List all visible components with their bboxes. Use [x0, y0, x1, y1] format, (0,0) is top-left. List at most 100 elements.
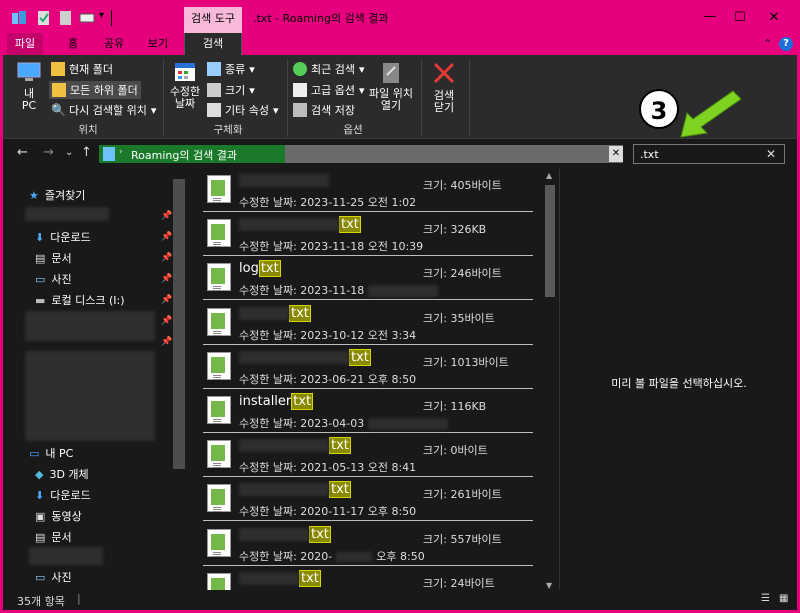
text-file-icon: [207, 484, 231, 513]
clear-address-icon[interactable]: ✕: [609, 146, 623, 162]
result-date: 수정한 날짜: 2023-11-25 오전 1:02: [239, 194, 416, 210]
close-window-button[interactable]: ✕: [751, 3, 797, 33]
search-input[interactable]: .txt ✕: [633, 144, 785, 164]
pin-icon[interactable]: 📌: [161, 232, 172, 242]
search-match-highlight: txt: [329, 481, 351, 499]
nav-documents[interactable]: ▤ 문서: [35, 250, 72, 266]
current-folder-button[interactable]: 현재 폴더: [51, 61, 113, 77]
nav-quick-access[interactable]: ★ 즐겨찾기: [29, 187, 85, 203]
recent-searches-button[interactable]: 최근 검색 ▾: [293, 61, 365, 77]
search-results-icon: [103, 147, 115, 161]
pin-icon[interactable]: 📌: [161, 295, 172, 305]
help-icon[interactable]: ?: [779, 37, 793, 51]
pin-icon[interactable]: 📌: [161, 316, 172, 326]
other-properties-button[interactable]: 기타 속성 ▾: [207, 102, 279, 118]
result-date: 수정한 날짜: 2023-11-18: [239, 282, 439, 298]
nav-pc-pictures[interactable]: ▭ 사진: [35, 569, 72, 585]
ribbon-collapse-icon[interactable]: ⌃: [763, 37, 772, 50]
result-date: 수정한 날짜: 2023-04-03: [239, 415, 449, 431]
result-item[interactable]: txt 수정한 날짜: 2020-11-17 오후 8:50 크기: 261바이트: [203, 478, 533, 522]
pin-icon[interactable]: 📌: [161, 274, 172, 284]
result-item[interactable]: installer txt 수정한 날짜: 2023-04-03 크기: 116KB: [203, 390, 533, 433]
tab-share[interactable]: 공유: [95, 33, 133, 55]
group-divider: [287, 59, 288, 137]
redacted-name: [239, 306, 289, 320]
nav-3d-objects[interactable]: ◆ 3D 개체: [35, 466, 89, 482]
this-pc-button[interactable]: 내 PC: [15, 61, 43, 112]
save-search-button[interactable]: 검색 저장: [293, 102, 355, 118]
back-arrow-icon[interactable]: ←: [17, 145, 28, 160]
close-search-button[interactable]: 검색 닫기: [427, 61, 461, 114]
result-item[interactable]: txt 수정한 날짜: 2023-06-21 오후 8:50 크기: 1013바이트: [203, 346, 533, 389]
nav-3d-objects-label: 3D 개체: [49, 468, 89, 481]
result-size: 크기: 116KB: [423, 400, 487, 413]
result-item[interactable]: txt 수정한 날짜: 2023-11-18 오전 10:39 크기: 326KB: [203, 213, 533, 257]
download-icon: ⬇: [35, 488, 45, 502]
nav-pc-downloads[interactable]: ⬇ 다운로드: [35, 487, 91, 503]
redacted-name: [239, 439, 329, 453]
redacted-item: [25, 311, 155, 341]
nav-pictures[interactable]: ▭ 사진: [35, 271, 72, 287]
scroll-up-icon[interactable]: ▲: [546, 171, 552, 180]
properties-icon[interactable]: [37, 10, 51, 26]
results-scrollbar[interactable]: ▲ ▼: [543, 171, 557, 590]
tab-file[interactable]: 파일: [7, 33, 43, 55]
result-item[interactable]: 수정한 날짜: 2023-11-25 오전 1:02 크기: 405바이트: [203, 169, 533, 212]
result-size: 크기: 557바이트: [423, 532, 502, 546]
pin-icon[interactable]: 📌: [161, 211, 172, 221]
rename-quick-icon[interactable]: [79, 10, 95, 26]
results-scroll-thumb[interactable]: [545, 185, 555, 297]
search-match-highlight: txt: [289, 304, 311, 322]
size-button[interactable]: 크기 ▾: [207, 82, 255, 98]
this-pc-label: 내 PC: [21, 87, 37, 112]
pin-icon[interactable]: 📌: [161, 337, 172, 347]
result-item[interactable]: txt 수정한 날짜: 2023-10-12 오전 3:34 크기: 35바이트: [203, 302, 533, 345]
forward-arrow-icon[interactable]: →: [43, 145, 54, 160]
advanced-options-button[interactable]: 고급 옵션 ▾: [293, 82, 365, 98]
tiles-view-icon[interactable]: ▦: [779, 593, 788, 604]
explorer-app-icon[interactable]: [11, 10, 27, 26]
result-item[interactable]: txt 수정한 날짜: 2020- 오후 8:50 크기: 557바이트: [203, 523, 533, 566]
date-modified-button[interactable]: 수정한 날짜: [167, 61, 203, 110]
nav-this-pc[interactable]: ▭ 내 PC: [29, 445, 73, 461]
nav-downloads[interactable]: ⬇ 다운로드: [35, 229, 91, 245]
kind-button[interactable]: 종류 ▾: [207, 61, 255, 77]
kind-icon: [207, 62, 221, 76]
clear-search-icon[interactable]: ✕: [766, 147, 776, 161]
result-item[interactable]: txt 수정한 날짜: 2021-05-13 오전 8:41 크기: 0바이트: [203, 434, 533, 478]
new-folder-quick-icon[interactable]: [59, 10, 73, 26]
search-again-button[interactable]: 🔍 다시 검색할 위치 ▾: [51, 102, 156, 118]
result-item[interactable]: log txt 수정한 날짜: 2023-11-18 크기: 246바이트: [203, 257, 533, 301]
tab-view[interactable]: 보기: [139, 33, 177, 55]
nav-pc-downloads-label: 다운로드: [50, 489, 91, 502]
address-bar[interactable]: › Roaming의 검색 결과 ✕: [99, 145, 623, 163]
properties-list-icon: [207, 103, 221, 117]
result-date-text: 수정한 날짜: 2023-06-21 오후 8:50: [239, 372, 417, 386]
result-size: 크기: 1013바이트: [423, 355, 509, 369]
nav-scrollbar[interactable]: [173, 179, 185, 469]
result-item[interactable]: txt수정한 날짜: 2020-11-17 오후 8:50크기: 24바이트: [203, 567, 533, 590]
tab-home[interactable]: 홈: [57, 33, 89, 55]
search-match-highlight: txt: [258, 260, 281, 278]
save-search-label: 검색 저장: [311, 104, 355, 117]
group-divider: [421, 59, 422, 137]
monitor-icon: ▭: [29, 446, 40, 460]
up-arrow-icon[interactable]: ↑: [81, 145, 92, 160]
recent-locations-icon[interactable]: ⌄: [65, 147, 73, 158]
nav-local-disk[interactable]: ▬ 로컬 디스크 (I:): [35, 292, 125, 308]
tab-search[interactable]: 검색: [184, 33, 242, 55]
text-file-icon: [207, 307, 231, 336]
nav-pc-documents[interactable]: ▤ 문서: [35, 529, 72, 545]
open-file-location-button[interactable]: 파일 위치 열기: [367, 61, 415, 112]
details-view-icon[interactable]: ☰: [761, 593, 770, 604]
all-subfolders-button[interactable]: 모든 하위 폴더: [49, 81, 141, 99]
pin-icon[interactable]: 📌: [161, 253, 172, 263]
nav-videos[interactable]: ▣ 동영상: [35, 508, 82, 524]
annotation-arrow-icon: [680, 90, 741, 138]
scroll-down-icon[interactable]: ▼: [546, 581, 552, 590]
text-file-icon: [207, 219, 231, 248]
chevron-down-icon: ▾: [249, 83, 255, 97]
qat-dropdown-icon[interactable]: ▾: [99, 10, 104, 26]
nav-pc-documents-label: 문서: [51, 531, 72, 544]
other-properties-label: 기타 속성: [225, 104, 269, 117]
